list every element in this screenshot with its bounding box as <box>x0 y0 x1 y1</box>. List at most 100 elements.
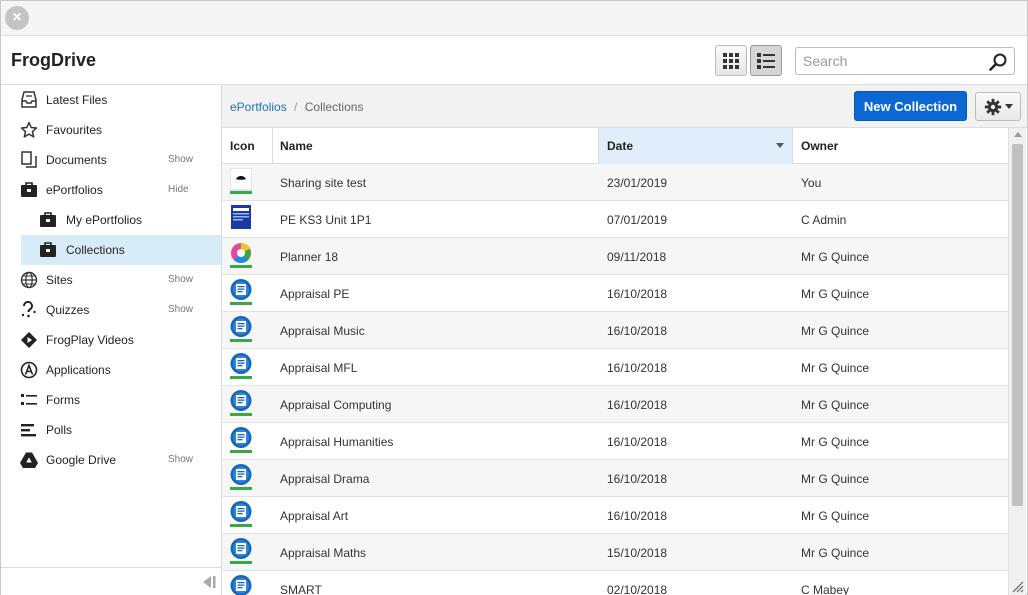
sidebar-item-collections[interactable]: Collections <box>21 235 221 265</box>
table-row[interactable]: Appraisal Computing 16/10/2018 Mr G Quince <box>222 386 1008 423</box>
globe-icon <box>20 271 38 289</box>
row-name[interactable]: Appraisal Drama <box>280 472 369 486</box>
row-name[interactable]: Appraisal Music <box>280 324 365 338</box>
row-name[interactable]: Appraisal MFL <box>280 361 357 375</box>
row-name[interactable]: Appraisal Computing <box>280 398 391 412</box>
sidebar-show-toggle[interactable]: Show <box>168 274 193 285</box>
row-owner: C Admin <box>801 213 847 227</box>
sidebar-item-applications[interactable]: Applications <box>1 355 221 385</box>
site-thumbnail-icon <box>230 168 252 194</box>
column-header-date[interactable]: Date <box>599 128 792 164</box>
row-date: 16/10/2018 <box>607 435 668 449</box>
resize-grip-icon[interactable] <box>1010 579 1024 593</box>
table-row[interactable]: Sharing site test 23/01/2019 You <box>222 164 1008 201</box>
sidebar-show-toggle[interactable]: Show <box>168 304 193 315</box>
sidebar-item-quizzes[interactable]: Quizzes Show <box>1 295 221 325</box>
row-date: 09/11/2018 <box>607 250 667 264</box>
sidebar-item-favourites[interactable]: Favourites <box>1 115 221 145</box>
table-row[interactable]: Appraisal Music 16/10/2018 Mr G Quince <box>222 312 1008 349</box>
column-header-name[interactable]: Name <box>272 128 598 164</box>
window-title-strip: × <box>1 1 1027 36</box>
planner-thumbnail-icon <box>230 243 252 268</box>
polls-icon <box>20 421 38 439</box>
row-name[interactable]: SMART <box>280 583 322 595</box>
appraisal-thumbnail-icon <box>230 501 252 527</box>
breadcrumb-current: Collections <box>304 100 364 114</box>
sidebar-item-label: Forms <box>46 393 80 407</box>
appraisal-thumbnail-icon <box>230 427 252 453</box>
sidebar-item-label: Polls <box>46 423 73 437</box>
row-name[interactable]: Appraisal Maths <box>280 546 366 560</box>
table-row[interactable]: Appraisal Humanities 16/10/2018 Mr G Quinc… <box>222 423 1008 460</box>
table-header: Icon Name Date Owner <box>222 128 1008 164</box>
appraisal-thumbnail-icon <box>230 464 252 490</box>
table-row[interactable]: Appraisal Maths 15/10/2018 Mr G Quince <box>222 534 1008 571</box>
documents-icon <box>20 151 38 169</box>
sidebar-show-toggle[interactable]: Show <box>168 154 193 165</box>
row-owner: Mr G Quince <box>801 509 870 523</box>
column-header-icon[interactable]: Icon <box>222 128 272 164</box>
quiz-icon <box>20 301 38 319</box>
row-owner: Mr G Quince <box>801 435 870 449</box>
content-toolbar: ePortfolios / Collections New Collection <box>222 85 1027 128</box>
table-row[interactable]: Planner 18 09/11/2018 Mr G Quince <box>222 238 1008 275</box>
search-icon[interactable] <box>988 52 1008 72</box>
sidebar-item-polls[interactable]: Polls <box>1 415 221 445</box>
search-input[interactable] <box>796 48 976 74</box>
vertical-scrollbar[interactable] <box>1008 128 1026 595</box>
sidebar-item-frogplay-videos[interactable]: FrogPlay Videos <box>1 325 221 355</box>
sidebar-item-latest-files[interactable]: Latest Files <box>1 85 221 115</box>
sidebar-hide-toggle[interactable]: Hide <box>168 184 189 195</box>
appraisal-thumbnail-icon <box>230 279 252 305</box>
grid-view-button[interactable] <box>715 45 747 76</box>
sidebar-item-my-eportfolios[interactable]: My ePortfolios <box>1 205 221 235</box>
sidebar-item-documents[interactable]: Documents Show <box>1 145 221 175</box>
app-header: FrogDrive <box>1 36 1027 85</box>
table-row[interactable]: Appraisal PE 16/10/2018 Mr G Quince <box>222 275 1008 312</box>
sidebar-item-label: Sites <box>46 273 73 287</box>
breadcrumb-separator: / <box>294 100 298 114</box>
table-row[interactable]: Appraisal MFL 16/10/2018 Mr G Quince <box>222 349 1008 386</box>
scrollbar-thumb[interactable] <box>1012 144 1023 506</box>
caret-down-icon <box>1004 104 1013 109</box>
row-owner: Mr G Quince <box>801 287 870 301</box>
sidebar-item-sites[interactable]: Sites Show <box>1 265 221 295</box>
sidebar-item-eportfolios[interactable]: ePortfolios Hide <box>1 175 221 205</box>
breadcrumb: ePortfolios / Collections <box>230 100 363 114</box>
table-row[interactable]: Appraisal Drama 16/10/2018 Mr G Quince <box>222 460 1008 497</box>
row-name[interactable]: Appraisal Art <box>280 509 348 523</box>
search-box <box>795 47 1015 75</box>
sidebar-item-google-drive[interactable]: Google Drive Show <box>1 445 221 475</box>
sidebar-show-toggle[interactable]: Show <box>168 454 193 465</box>
row-date: 16/10/2018 <box>607 324 668 338</box>
table-row[interactable]: Appraisal Art 16/10/2018 Mr G Quince <box>222 497 1008 534</box>
column-header-owner[interactable]: Owner <box>793 128 1008 164</box>
table-row[interactable]: PE KS3 Unit 1P1 07/01/2019 C Admin <box>222 201 1008 238</box>
breadcrumb-link-eportfolios[interactable]: ePortfolios <box>230 100 287 114</box>
row-name[interactable]: Appraisal Humanities <box>280 435 393 449</box>
close-icon[interactable]: × <box>5 6 29 30</box>
table-row[interactable]: SMART 02/10/2018 C Mabey <box>222 571 1008 595</box>
row-owner: Mr G Quince <box>801 472 870 486</box>
grid-icon <box>723 52 739 69</box>
sort-descending-icon[interactable] <box>776 143 784 148</box>
settings-menu-button[interactable] <box>975 92 1021 121</box>
sidebar-item-label: My ePortfolios <box>66 213 143 227</box>
row-date: 07/01/2019 <box>607 213 668 227</box>
row-name[interactable]: Sharing site test <box>280 176 366 190</box>
new-collection-button[interactable]: New Collection <box>854 91 967 121</box>
row-date: 02/10/2018 <box>607 583 668 595</box>
collapse-sidebar-icon[interactable] <box>200 573 218 591</box>
row-name[interactable]: PE KS3 Unit 1P1 <box>280 213 371 227</box>
row-name[interactable]: Appraisal PE <box>280 287 349 301</box>
list-view-button[interactable] <box>750 45 782 76</box>
appraisal-thumbnail-icon <box>230 353 252 379</box>
forms-icon <box>20 391 38 409</box>
row-date: 16/10/2018 <box>607 472 668 486</box>
list-icon <box>757 52 775 69</box>
sidebar-footer <box>1 567 221 594</box>
sidebar-item-forms[interactable]: Forms <box>1 385 221 415</box>
row-date: 16/10/2018 <box>607 398 668 412</box>
row-name[interactable]: Planner 18 <box>280 250 338 264</box>
scroll-up-arrow-icon[interactable] <box>1014 132 1022 137</box>
